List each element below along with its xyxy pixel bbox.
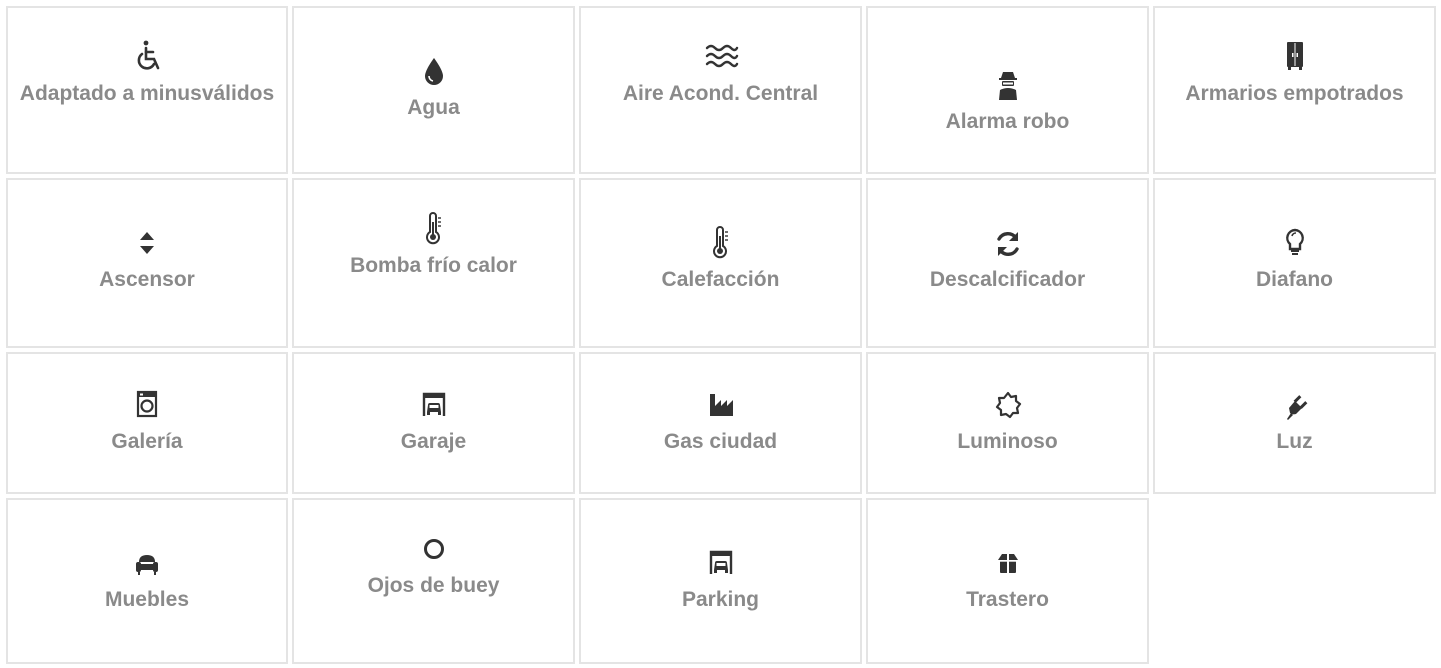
feature-cell-agua: Agua [292, 6, 575, 174]
burglar-alarm-icon [988, 66, 1028, 106]
feature-label: Adaptado a minusválidos [19, 82, 275, 105]
feature-label: Luz [1276, 430, 1313, 453]
feature-label: Agua [407, 96, 460, 119]
feature-cell-bomba: Bomba frío calor [292, 178, 575, 348]
wheelchair-icon [127, 38, 167, 78]
feature-cell-alarma: Alarma robo [866, 6, 1149, 174]
air-waves-icon [701, 38, 741, 78]
feature-label: Alarma robo [945, 110, 1070, 133]
wardrobe-icon [1275, 38, 1315, 78]
water-drop-icon [414, 52, 454, 92]
feature-label: Descalcificador [929, 268, 1086, 291]
feature-label: Galería [111, 430, 183, 453]
elevator-arrows-icon [127, 224, 167, 264]
feature-cell-trastero: Trastero [866, 498, 1149, 664]
feature-cell-descalcificador: Descalcificador [866, 178, 1149, 348]
garage-icon [701, 544, 741, 584]
feature-label: Garaje [400, 430, 467, 453]
feature-cell-diafano: Diafano [1153, 178, 1436, 348]
thermometer-icon [414, 210, 454, 250]
feature-label: Gas ciudad [663, 430, 778, 453]
light-bulb-icon [1275, 224, 1315, 264]
feature-cell-aire: Aire Acond. Central [579, 6, 862, 174]
feature-label: Trastero [966, 588, 1049, 611]
feature-label: Luminoso [957, 430, 1058, 453]
washing-machine-icon [127, 386, 167, 426]
garage-icon [414, 386, 454, 426]
feature-label: Ascensor [99, 268, 195, 291]
feature-cell-gas: Gas ciudad [579, 352, 862, 494]
feature-label: Calefacción [661, 268, 780, 291]
feature-cell-garaje: Garaje [292, 352, 575, 494]
feature-label: Ojos de buey [367, 574, 500, 597]
feature-label: Muebles [104, 588, 190, 611]
feature-label: Bomba frío calor [350, 254, 517, 277]
feature-cell-ojos: Ojos de buey [292, 498, 575, 664]
feature-cell-parking: Parking [579, 498, 862, 664]
feature-cell-calefaccion: Calefacción [579, 178, 862, 348]
feature-cell-armarios: Armarios empotrados [1153, 6, 1436, 174]
feature-label: Diafano [1255, 268, 1333, 291]
armchair-icon [127, 544, 167, 584]
sun-icon [988, 386, 1028, 426]
factory-icon [701, 386, 741, 426]
feature-cell-ascensor: Ascensor [6, 178, 288, 348]
plug-icon [1275, 386, 1315, 426]
refresh-icon [988, 224, 1028, 264]
feature-label: Parking [681, 588, 760, 611]
circle-icon [414, 530, 454, 570]
feature-cell-adaptado: Adaptado a minusválidos [6, 6, 288, 174]
storage-box-icon [988, 544, 1028, 584]
feature-label: Armarios empotrados [1185, 82, 1404, 105]
feature-cell-luminoso: Luminoso [866, 352, 1149, 494]
thermometer-icon [701, 224, 741, 264]
feature-cell-galeria: Galería [6, 352, 288, 494]
feature-cell-muebles: Muebles [6, 498, 288, 664]
feature-label: Aire Acond. Central [622, 82, 819, 105]
feature-cell-luz: Luz [1153, 352, 1436, 494]
